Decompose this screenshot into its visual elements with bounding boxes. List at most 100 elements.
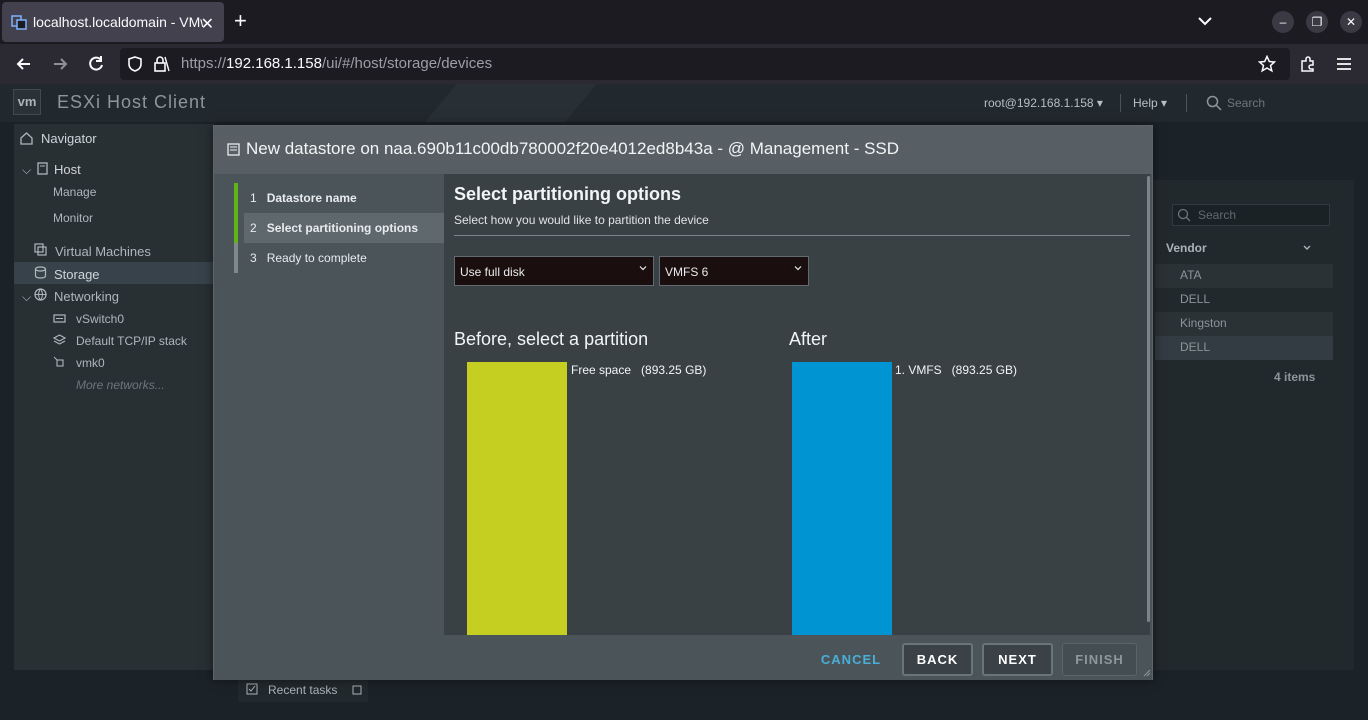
bookmark-star-icon[interactable] [1258, 55, 1276, 73]
resize-handle-icon[interactable] [1142, 668, 1151, 677]
back-arrow-icon[interactable] [14, 54, 34, 74]
browser-tab[interactable]: localhost.localdomain - VMware ESXi ✕ [2, 2, 224, 42]
chevron-down-icon[interactable] [1302, 243, 1312, 253]
navigator-icon [20, 132, 33, 145]
nav-vmk0[interactable]: vmk0 [76, 356, 105, 370]
collapse-networking-icon[interactable]: ⌵ [22, 290, 31, 305]
chevron-down-icon [639, 266, 647, 271]
wizard-steps: 1 Datastore name 2 Select partitioning o… [234, 183, 444, 273]
url-text: https://192.168.1.158/ui/#/host/storage/… [181, 55, 492, 72]
item-count: 4 items [1274, 370, 1316, 384]
collapse-host-icon[interactable]: ⌵ [22, 163, 31, 178]
vendor-cell: DELL [1180, 292, 1211, 306]
extensions-icon[interactable] [1299, 55, 1317, 73]
step-label: Ready to complete [266, 251, 367, 265]
new-datastore-dialog: New datastore on naa.690b11c00db780002f2… [213, 125, 1153, 680]
cancel-button[interactable]: CANCEL [814, 643, 888, 676]
nav-networking[interactable]: Networking [54, 289, 119, 304]
devices-search-input[interactable] [1172, 204, 1330, 226]
wizard-step-ready[interactable]: 3 Ready to complete [234, 243, 444, 273]
content-scrollbar[interactable] [1147, 176, 1150, 622]
chevron-down-icon [794, 266, 802, 271]
close-window-icon[interactable]: ✕ [1340, 11, 1362, 33]
vendor-cell: ATA [1180, 268, 1202, 282]
shield-icon[interactable] [126, 55, 144, 73]
navigator-panel: Navigator ⌵ Host Manage Monitor Virtual … [14, 124, 214, 670]
header-divider [1120, 94, 1121, 112]
recent-tasks-label: Recent tasks [268, 683, 338, 697]
browser-tabstrip: localhost.localdomain - VMware ESXi ✕ + … [0, 0, 1368, 44]
lock-warning-icon[interactable] [152, 55, 170, 73]
free-space-label: Free space (893.25 GB) [571, 363, 707, 377]
close-tab-icon[interactable]: ✕ [201, 14, 214, 34]
storage-icon [34, 266, 47, 279]
vmfs-partition-label: 1. VMFS (893.25 GB) [895, 363, 1018, 377]
hamburger-menu-icon[interactable] [1335, 55, 1353, 73]
vmfs-version-value: VMFS 6 [665, 265, 709, 279]
networking-globe-icon [34, 288, 47, 301]
vmkernel-nic-icon [53, 356, 64, 367]
restore-panel-icon[interactable] [352, 685, 362, 695]
restore-window-icon[interactable]: ❐ [1306, 11, 1328, 33]
nav-host[interactable]: Host [54, 162, 81, 177]
minimize-window-icon[interactable]: – [1272, 11, 1294, 33]
url-path: /ui/#/host/storage/devices [321, 55, 493, 72]
dialog-title: New datastore on naa.690b11c00db780002f2… [246, 139, 900, 158]
table-row[interactable]: ATA [1155, 264, 1333, 288]
wizard-step-datastore-name[interactable]: 1 Datastore name [234, 183, 444, 213]
nav-monitor[interactable]: Monitor [53, 211, 93, 225]
table-row[interactable]: Kingston [1155, 312, 1333, 336]
search-icon [1177, 208, 1191, 222]
vendor-cell: Kingston [1180, 316, 1227, 330]
next-button[interactable]: NEXT [982, 643, 1053, 676]
user-menu[interactable]: root@192.168.1.158 ▾ [984, 96, 1103, 110]
vmfs-version-select[interactable]: VMFS 6 [659, 256, 809, 286]
step-number: 3 [250, 251, 257, 265]
step-label: Datastore name [266, 191, 357, 205]
partition-scheme-value: Use full disk [460, 265, 525, 279]
step-number: 1 [250, 191, 257, 205]
nav-vswitch0[interactable]: vSwitch0 [76, 312, 124, 326]
nav-manage[interactable]: Manage [53, 185, 96, 199]
vmware-logo: vm [13, 89, 41, 115]
vendor-column-header[interactable]: Vendor [1166, 241, 1207, 255]
vendor-cell: DELL [1180, 340, 1211, 354]
partition-scheme-select[interactable]: Use full disk [454, 256, 654, 286]
esxi-favicon-icon [11, 15, 27, 30]
devices-search-placeholder: Search [1198, 208, 1237, 222]
new-tab-icon[interactable]: + [234, 10, 247, 32]
forward-arrow-icon[interactable] [50, 54, 70, 74]
nav-more-networks[interactable]: More networks... [76, 378, 165, 392]
vmfs-partition-bar [792, 362, 892, 636]
nav-storage[interactable]: Storage [54, 267, 100, 282]
tasks-checkbox-icon [246, 683, 258, 695]
wizard-content: Select partitioning options Select how y… [444, 174, 1150, 636]
finish-button[interactable]: FINISH [1062, 643, 1137, 676]
vswitch-icon [53, 314, 66, 323]
datastore-icon [227, 143, 240, 156]
tcpip-stack-icon [53, 334, 66, 345]
search-icon [1206, 95, 1222, 111]
wizard-step-partitioning[interactable]: 2 Select partitioning options [234, 213, 444, 243]
step-label: Select partitioning options [266, 221, 419, 235]
after-title: After [789, 329, 828, 349]
table-row[interactable]: DELL [1155, 336, 1333, 360]
help-menu[interactable]: Help ▾ [1133, 96, 1167, 110]
nav-virtual-machines[interactable]: Virtual Machines [55, 244, 151, 259]
nav-default-tcpip-stack[interactable]: Default TCP/IP stack [76, 334, 187, 348]
header-search-input[interactable]: Search [1227, 96, 1265, 110]
page-subtitle: Select how you would like to partition t… [454, 213, 709, 227]
recent-tasks-tab[interactable]: Recent tasks [238, 678, 368, 702]
table-row[interactable]: DELL [1155, 288, 1333, 312]
header-divider [1186, 94, 1187, 112]
divider [454, 235, 1130, 236]
back-button[interactable]: BACK [902, 643, 973, 676]
app-title: ESXi Host Client [57, 92, 207, 112]
tab-list-chevron-icon[interactable] [1196, 12, 1214, 30]
dialog-title-bar[interactable]: New datastore on naa.690b11c00db780002f2… [214, 126, 1152, 174]
step-number: 2 [250, 221, 257, 235]
free-space-partition-bar[interactable] [467, 362, 567, 636]
page-title: Select partitioning options [454, 184, 682, 204]
before-title: Before, select a partition [454, 329, 649, 349]
reload-icon[interactable] [86, 54, 106, 74]
